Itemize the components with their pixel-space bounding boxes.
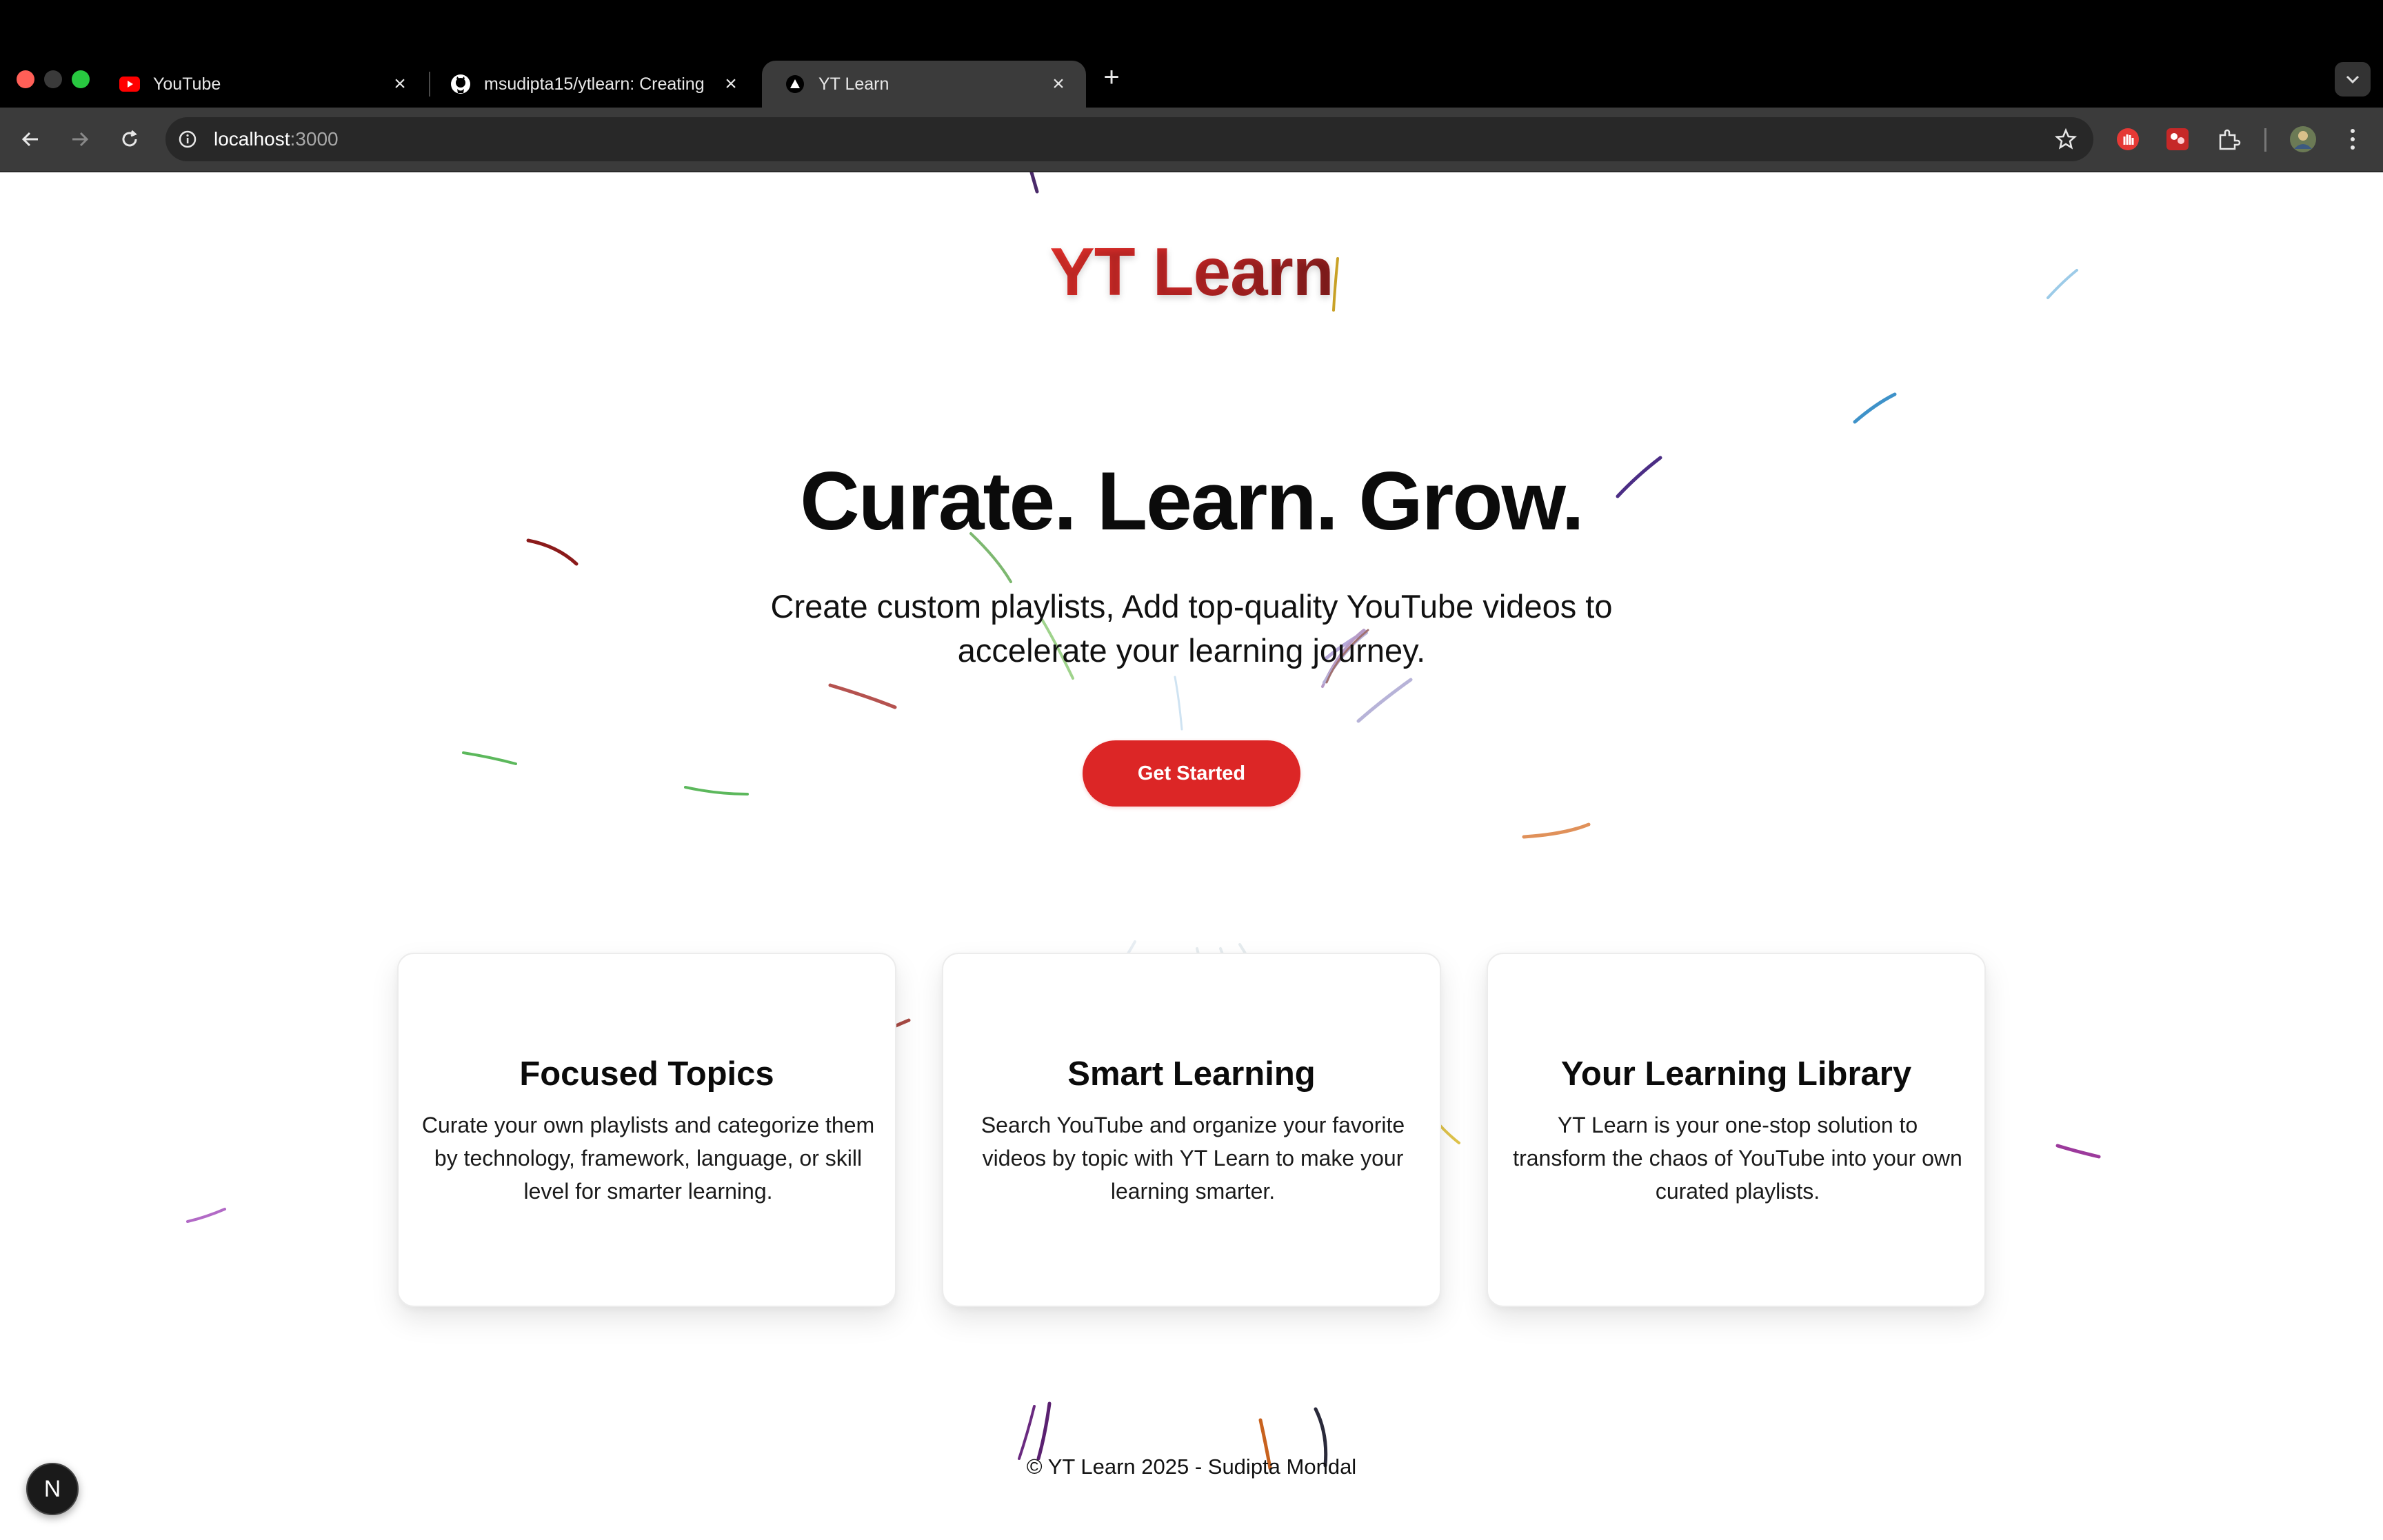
page-footer: © YT Learn 2025 - Sudipta Mondal — [1026, 1455, 1357, 1479]
back-button[interactable] — [12, 121, 48, 157]
close-icon[interactable]: × — [1045, 70, 1072, 98]
tab-search-button[interactable] — [2335, 62, 2371, 97]
confetti-stroke — [684, 786, 749, 796]
feature-card-learning-library: Your Learning Library YT Learn is your o… — [1487, 953, 1986, 1307]
close-icon[interactable]: × — [717, 70, 745, 98]
browser-tab-ytlearn[interactable]: YT Learn × — [762, 61, 1086, 108]
url-port: :3000 — [290, 128, 339, 150]
brand-logo-text: YT Learn — [0, 233, 2383, 311]
url-host: localhost — [214, 128, 290, 150]
toolbar-separator — [2264, 128, 2266, 152]
youtube-icon — [119, 73, 141, 95]
browser-toolbar: localhost:3000 — [0, 108, 2383, 172]
reload-button[interactable] — [112, 121, 148, 157]
browser-menu-button[interactable] — [2337, 124, 2368, 154]
extensions-puzzle-icon[interactable] — [2213, 124, 2244, 154]
feature-card-title: Your Learning Library — [1560, 1055, 1912, 1093]
confetti-stroke — [1522, 822, 1591, 839]
feature-card-text: YT Learn is your one-stop solution to tr… — [1513, 1113, 1962, 1204]
confetti-stroke — [1174, 676, 1183, 731]
page-content: YT Learn Curate. Learn. Grow. Create cus… — [0, 172, 2383, 1540]
close-icon[interactable]: × — [386, 70, 414, 98]
confetti-stroke — [1036, 1401, 1052, 1461]
extension-app-icon[interactable] — [2162, 124, 2193, 154]
tab-title: YT Learn — [818, 74, 889, 94]
confetti-stroke — [1029, 172, 1039, 194]
browser-tab-youtube[interactable]: YouTube × — [97, 61, 428, 108]
site-info-icon[interactable] — [177, 128, 199, 150]
feature-card-smart-learning: Smart Learning Search YouTube and organi… — [942, 953, 1441, 1307]
window-minimize-button[interactable] — [44, 70, 62, 88]
new-tab-button[interactable]: + — [1098, 62, 1125, 92]
feature-card-title: Focused Topics — [519, 1055, 774, 1093]
confetti-stroke — [462, 751, 517, 765]
confetti-stroke — [2055, 1144, 2101, 1159]
forward-button[interactable] — [62, 121, 98, 157]
window-maximize-button[interactable] — [72, 70, 90, 88]
extension-adblock-icon[interactable] — [2113, 124, 2143, 154]
feature-card-text: Curate your own playlists and categorize… — [421, 1113, 875, 1204]
browser-tab-strip: YouTube × msudipta15/ytlearn: Creating ×… — [0, 0, 2383, 108]
brand-name: YT Learn — [1049, 234, 1334, 310]
confetti-stroke — [1356, 678, 1413, 723]
url-text: localhost:3000 — [214, 128, 339, 150]
hero-title: Curate. Learn. Grow. — [800, 455, 1585, 547]
chevron-down-icon — [2346, 75, 2360, 84]
confetti-stroke — [186, 1208, 226, 1223]
confetti-decoration — [186, 172, 2101, 1470]
tab-title: YouTube — [153, 74, 221, 94]
github-icon — [450, 73, 472, 95]
arrow-right-icon — [72, 132, 89, 147]
address-bar[interactable]: localhost:3000 — [165, 117, 2093, 161]
confetti-stroke — [1018, 1405, 1036, 1460]
feature-card-text: Search YouTube and organize your favorit… — [981, 1113, 1405, 1204]
confetti-stroke — [1853, 392, 1897, 424]
profile-avatar[interactable] — [2288, 124, 2318, 154]
hero-subtitle: Create custom playlists, Add top-quality… — [770, 588, 1613, 669]
tab-title: msudipta15/ytlearn: Creating — [484, 74, 705, 94]
browser-tab-github[interactable]: msudipta15/ytlearn: Creating × — [428, 61, 758, 108]
nextjs-dev-tools-button[interactable]: N — [26, 1463, 79, 1515]
feature-card-focused-topics: Focused Topics Curate your own playlists… — [397, 953, 896, 1307]
confetti-stroke — [828, 683, 897, 709]
window-close-button[interactable] — [17, 70, 34, 88]
reload-icon — [122, 130, 137, 147]
nextjs-triangle-icon — [784, 73, 806, 95]
arrow-left-icon — [21, 132, 38, 147]
get-started-button[interactable]: Get Started — [1083, 740, 1300, 807]
bookmark-star-icon[interactable] — [2053, 127, 2078, 152]
feature-card-title: Smart Learning — [1067, 1055, 1316, 1093]
more-vertical-icon — [2351, 129, 2355, 150]
